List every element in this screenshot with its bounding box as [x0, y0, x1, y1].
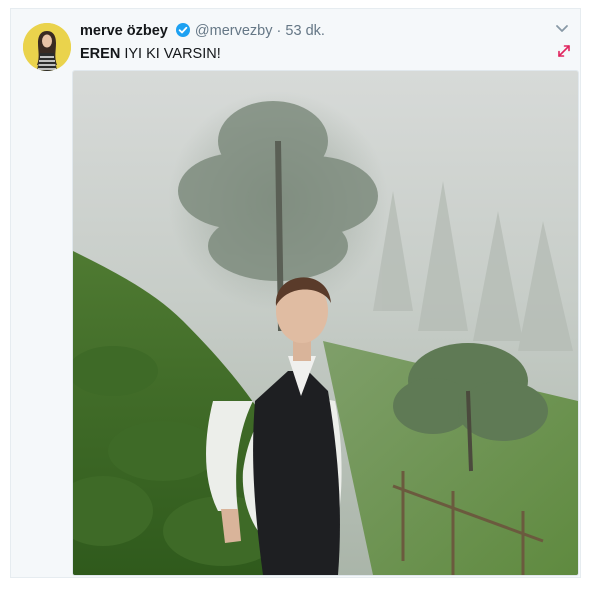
- tweet-timestamp[interactable]: 53 dk.: [285, 23, 325, 39]
- verified-badge-icon: [175, 22, 191, 44]
- tweet-card[interactable]: merve özbey @mervezby · 53 dk. EREN IYI …: [10, 8, 581, 578]
- tweet-header: merve özbey @mervezby · 53 dk.: [80, 21, 325, 44]
- tweet-body: IYI KI VARSIN!: [120, 46, 221, 62]
- foggy-forest-photo: [73, 71, 578, 575]
- chevron-down-icon[interactable]: [554, 22, 570, 34]
- avatar[interactable]: [23, 23, 71, 71]
- expand-arrows-icon[interactable]: [556, 43, 572, 59]
- author-handle[interactable]: @mervezby: [195, 23, 273, 39]
- tweet-text: EREN IYI KI VARSIN!: [80, 44, 221, 64]
- tweet-photo[interactable]: [72, 70, 579, 576]
- tweet-mention: EREN: [80, 46, 121, 62]
- author-name[interactable]: merve özbey: [80, 23, 168, 39]
- avatar-image: [23, 23, 71, 71]
- separator-dot: ·: [276, 23, 282, 39]
